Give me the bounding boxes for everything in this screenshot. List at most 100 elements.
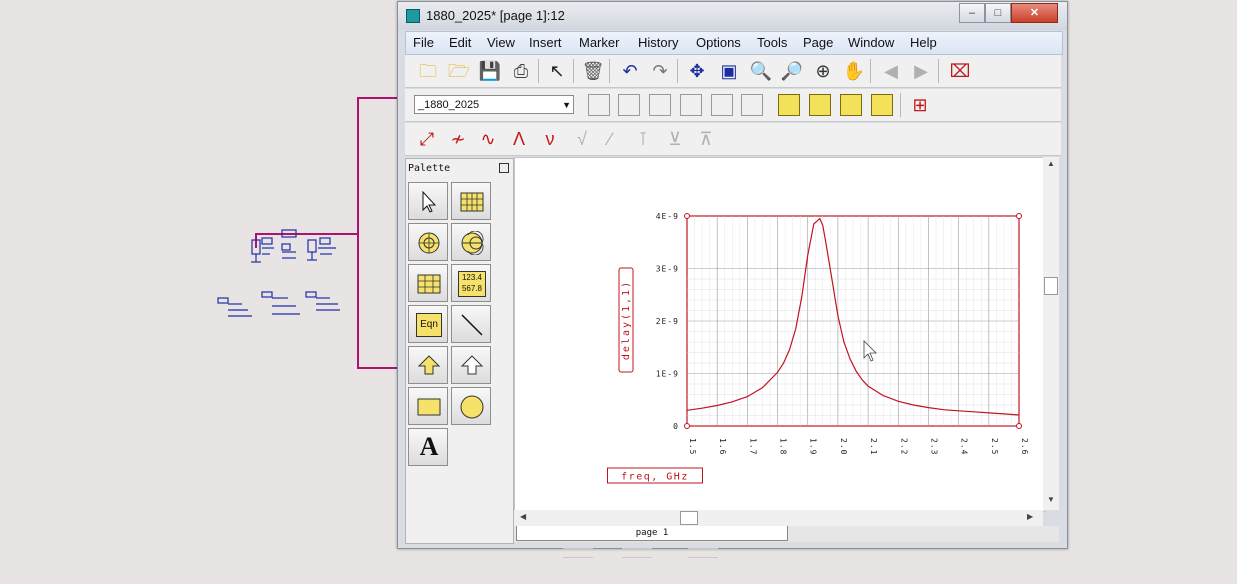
menu-marker[interactable]: Marker (579, 35, 619, 50)
line-icon[interactable] (451, 305, 491, 343)
menu-page[interactable]: Page (803, 35, 833, 50)
scroll-left-icon[interactable]: ◀ (520, 512, 526, 521)
window-title: 1880_2025* [page 1]:12 (426, 8, 565, 23)
scroll-right-icon[interactable]: ▶ (1027, 512, 1033, 521)
menu-insert[interactable]: Insert (529, 35, 562, 50)
marker-delta-icon[interactable]: ≁ (446, 127, 470, 151)
float-icon[interactable] (499, 163, 509, 173)
menu-help[interactable]: Help (910, 35, 937, 50)
minimize-icon[interactable]: – (959, 3, 985, 23)
arrange-icon[interactable] (778, 94, 800, 116)
x-tick-label: 2.6 (1020, 438, 1029, 455)
open-folder-icon[interactable]: 🗀 (416, 59, 440, 83)
polyline-icon[interactable] (408, 346, 448, 384)
marker-cross2-icon[interactable]: ⊻ (663, 127, 687, 151)
stacked-table-icon[interactable]: 123.4 567.8 (451, 264, 491, 302)
grid-zoom-in-icon[interactable] (840, 94, 862, 116)
select-icon[interactable] (408, 182, 448, 220)
selection-handle[interactable] (1016, 423, 1022, 429)
y-axis-label[interactable]: delay(1,1) (621, 280, 632, 360)
eqn-label: Eqn (416, 313, 442, 337)
horizontal-scrollbar[interactable]: ◀ ▶ (514, 510, 1043, 526)
app-icon (406, 9, 420, 23)
align-middle-icon[interactable] (741, 94, 763, 116)
menu-edit[interactable]: Edit (449, 35, 471, 50)
tab-page-1[interactable]: page 1 (516, 526, 788, 541)
export-icon[interactable]: ⊞ (908, 93, 932, 117)
page-canvas[interactable]: 1.5 1.6 1.7 1.8 1.9 2.0 2.1 2.2 2.3 2.4 2.5 2.6 0 1E-… (514, 157, 1045, 512)
vertical-scroll-thumb[interactable] (1044, 277, 1058, 295)
restore-icon[interactable]: □ (985, 3, 1011, 23)
marker-cross-icon[interactable]: ⊺ (631, 127, 655, 151)
marker-cross3-icon[interactable]: ⊼ (694, 127, 718, 151)
selection-handle[interactable] (1016, 213, 1022, 219)
smith-chart-icon[interactable] (451, 223, 491, 261)
y-tick-label: 3E-9 (656, 265, 679, 274)
palette-panel: Palette 123.4 567.8 Eqn A (405, 158, 514, 544)
menu-window[interactable]: Window (848, 35, 894, 50)
menu-file[interactable]: File (413, 35, 434, 50)
vertical-scrollbar[interactable]: ▲ ▼ (1043, 157, 1059, 510)
table-label: 123.4 567.8 (458, 271, 486, 297)
redo-icon[interactable]: ↷ (648, 59, 672, 83)
polar-plot-icon[interactable] (408, 223, 448, 261)
menu-tools[interactable]: Tools (757, 35, 787, 50)
list-icon[interactable] (408, 264, 448, 302)
align-center-icon[interactable] (649, 94, 671, 116)
title-bar[interactable]: 1880_2025* [page 1]:12 – □ ✕ (398, 2, 1067, 30)
print-icon[interactable]: ⎙ (509, 59, 533, 83)
menu-bar: File Edit View Insert Marker History Opt… (405, 31, 1063, 55)
align-right-icon[interactable] (618, 94, 640, 116)
align-bottom-icon[interactable] (711, 94, 733, 116)
rectangular-plot[interactable]: 1.5 1.6 1.7 1.8 1.9 2.0 2.1 2.2 2.3 2.4 2.5 2.6 0 1E-… (515, 158, 1044, 511)
undo-icon[interactable]: ↶ (618, 59, 642, 83)
page-select-value: _1880_2025 (418, 99, 480, 111)
align-left-icon[interactable] (588, 94, 610, 116)
marker-slope-icon[interactable]: ∕ (598, 127, 622, 151)
save-icon[interactable]: 💾 (478, 59, 502, 83)
marker-max-icon[interactable]: Λ (507, 127, 531, 151)
pointer-icon[interactable]: ↖ (545, 59, 569, 83)
fit-grid-icon[interactable] (809, 94, 831, 116)
polygon-icon[interactable] (451, 346, 491, 384)
stop-icon[interactable]: ⌧ (948, 59, 972, 83)
zoom-box-icon[interactable]: ▣ (717, 59, 741, 83)
x-tick-label: 1.6 (718, 438, 727, 455)
grid-zoom-out-icon[interactable] (871, 94, 893, 116)
page-select[interactable]: _1880_2025 ▼ (414, 95, 574, 114)
zoom-fit-icon[interactable]: ⊕ (811, 59, 835, 83)
pan-icon[interactable]: ✋ (842, 59, 866, 83)
close-icon[interactable]: ✕ (1011, 3, 1058, 23)
scroll-down-icon[interactable]: ▼ (1047, 495, 1055, 504)
horizontal-scroll-thumb[interactable] (680, 511, 698, 525)
x-tick-label: 2.1 (869, 438, 878, 455)
marker-valley-icon[interactable]: ∿ (476, 127, 500, 151)
marker-icon[interactable]: ⤢ (415, 127, 439, 151)
delete-icon[interactable]: 🗑 (581, 59, 605, 83)
zoom-out-icon[interactable]: 🔎 (780, 59, 804, 83)
scroll-up-icon[interactable]: ▲ (1047, 159, 1055, 168)
rectangular-plot-icon[interactable] (451, 182, 491, 220)
selection-handle[interactable] (684, 423, 690, 429)
equation-icon[interactable]: Eqn (408, 305, 448, 343)
menu-history[interactable]: History (638, 35, 678, 50)
circle-icon[interactable] (451, 387, 491, 425)
selection-handle[interactable] (684, 213, 690, 219)
schematic-wire (255, 97, 398, 369)
open-icon[interactable]: 🗁 (447, 59, 471, 83)
menu-view[interactable]: View (487, 35, 515, 50)
zoom-in-icon[interactable]: 🔍 (749, 59, 773, 83)
data-display-window: 1880_2025* [page 1]:12 – □ ✕ File Edit V… (397, 1, 1068, 549)
move-icon[interactable]: ✥ (685, 59, 709, 83)
menu-options[interactable]: Options (696, 35, 741, 50)
x-axis-label[interactable]: freq, GHz (621, 472, 689, 483)
text-icon[interactable]: A (408, 428, 448, 466)
marker-min-icon[interactable]: ν (538, 127, 562, 151)
align-top-icon[interactable] (680, 94, 702, 116)
x-tick-label: 2.3 (929, 438, 938, 455)
schematic-background (217, 97, 398, 369)
rectangle-icon[interactable] (408, 387, 448, 425)
next-icon[interactable]: ▶ (909, 59, 933, 83)
marker-line-icon[interactable]: √ (570, 127, 594, 151)
prev-icon[interactable]: ◀ (879, 59, 903, 83)
